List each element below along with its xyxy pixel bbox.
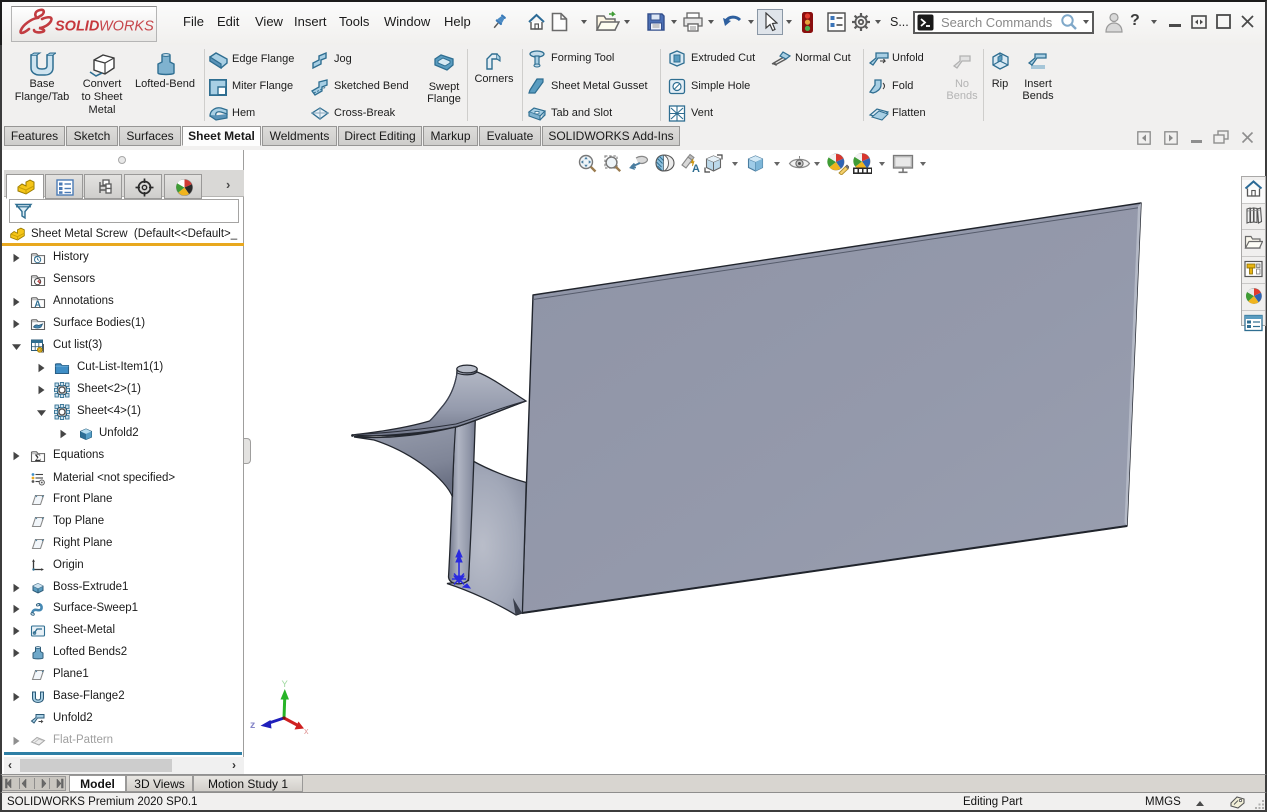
svg-text:Y: Y bbox=[282, 679, 289, 690]
svg-text:z: z bbox=[250, 719, 255, 731]
svg-text:SOLID: SOLID bbox=[55, 19, 100, 35]
svg-text:WORKS: WORKS bbox=[99, 19, 154, 35]
svg-text:Σ: Σ bbox=[35, 454, 41, 464]
svg-text:x: x bbox=[304, 726, 309, 736]
svg-text:A: A bbox=[34, 299, 41, 309]
